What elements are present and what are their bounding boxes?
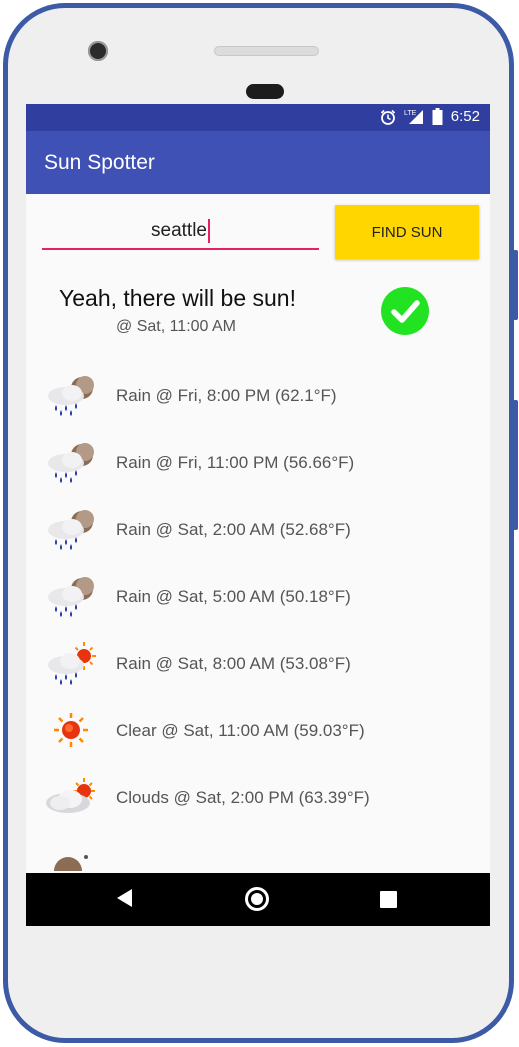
battery-icon bbox=[432, 108, 443, 125]
forecast-text: Rain @ Sat, 8:00 AM (53.08°F) bbox=[116, 654, 351, 673]
forecast-text: Rain @ Fri, 11:00 PM (56.66°F) bbox=[116, 453, 355, 472]
forecast-text: Rain @ Sat, 5:00 AM (50.18°F) bbox=[116, 587, 351, 606]
list-item: Clear @ Sat, 11:00 AM (59.03°F) bbox=[26, 697, 490, 764]
back-icon[interactable] bbox=[117, 889, 132, 907]
app-title: Sun Spotter bbox=[44, 151, 155, 174]
city-input-value: seattle bbox=[151, 220, 207, 241]
list-item-partial bbox=[26, 831, 490, 871]
front-camera bbox=[88, 41, 108, 61]
check-circle-icon bbox=[381, 287, 429, 335]
alarm-icon bbox=[380, 109, 395, 125]
forecast-text: Rain @ Sat, 2:00 AM (52.68°F) bbox=[116, 520, 351, 539]
city-input[interactable]: seattle bbox=[42, 214, 319, 250]
screen: LTE 6:52 Sun Spotter seattle FIND SUN Ye… bbox=[26, 104, 490, 926]
list-item: Rain @ Fri, 8:00 PM (62.1°F) bbox=[26, 362, 490, 429]
home-icon[interactable] bbox=[245, 887, 269, 911]
rain-night-icon bbox=[48, 376, 94, 416]
list-item: Clouds @ Sat, 2:00 PM (63.39°F) bbox=[26, 764, 490, 831]
rain-night-icon bbox=[48, 443, 94, 483]
volume-button bbox=[513, 250, 518, 320]
cloud-sun-icon bbox=[46, 778, 95, 813]
forecast-text: Rain @ Fri, 8:00 PM (62.1°F) bbox=[116, 386, 337, 405]
recent-apps-icon[interactable] bbox=[380, 891, 397, 908]
rain-night-icon bbox=[48, 577, 94, 617]
partial-weather-icon bbox=[54, 855, 88, 871]
sun-icon bbox=[54, 713, 88, 747]
rain-night-icon bbox=[48, 510, 94, 550]
app-bar: Sun Spotter bbox=[26, 131, 490, 194]
list-item: Rain @ Sat, 2:00 AM (52.68°F) bbox=[26, 496, 490, 563]
power-button bbox=[513, 400, 518, 530]
text-cursor bbox=[207, 218, 210, 243]
result-time: @ Sat, 11:00 AM bbox=[116, 318, 237, 335]
list-item: Rain @ Fri, 11:00 PM (56.66°F) bbox=[26, 429, 490, 496]
navigation-bar bbox=[26, 873, 490, 926]
clock: 6:52 bbox=[450, 108, 480, 125]
list-item: Rain @ Sat, 8:00 AM (53.08°F) bbox=[26, 630, 490, 697]
proximity-sensor bbox=[246, 84, 284, 99]
list-item: Rain @ Sat, 5:00 AM (50.18°F) bbox=[26, 563, 490, 630]
forecast-text: Clear @ Sat, 11:00 AM (59.03°F) bbox=[116, 721, 365, 740]
status-bar: LTE 6:52 bbox=[26, 104, 490, 131]
forecast-text: Clouds @ Sat, 2:00 PM (63.39°F) bbox=[116, 788, 370, 807]
result-headline: Yeah, there will be sun! bbox=[59, 285, 296, 311]
svg-text:LTE: LTE bbox=[404, 110, 417, 117]
lte-signal-icon: LTE bbox=[404, 110, 423, 124]
rain-sun-icon bbox=[48, 642, 96, 685]
earpiece-speaker bbox=[214, 46, 319, 56]
find-sun-button[interactable]: FIND SUN bbox=[335, 205, 479, 259]
